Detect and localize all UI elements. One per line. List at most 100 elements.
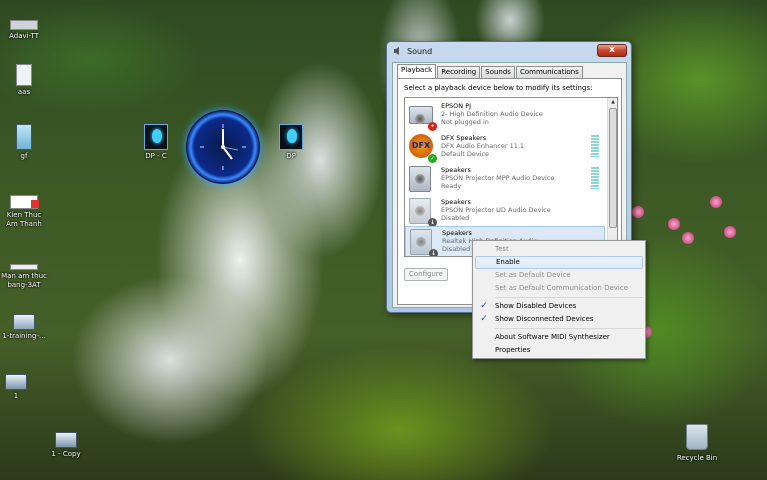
device-description: EPSON Projector UD Audio Device <box>441 206 551 214</box>
volume-meter <box>591 135 599 157</box>
device-context-menu[interactable]: Test Enable Set as Default Device Set as… <box>472 240 646 359</box>
device-status: Not plugged in <box>441 118 489 126</box>
device-description: 2- High Definition Audio Device <box>441 110 543 118</box>
device-list[interactable]: • EPSON PJ 2- High Definition Audio Devi… <box>404 97 618 257</box>
flower <box>682 232 694 244</box>
device-status: Disabled <box>441 214 470 222</box>
document-icon <box>10 264 38 270</box>
pdf-badge-icon <box>31 200 39 208</box>
desktop-icon-1[interactable]: 1 <box>0 374 40 401</box>
menu-item-about-midi[interactable]: About Software MIDI Synthesizer <box>475 331 643 344</box>
desktop-icon-training[interactable]: 1-training-... <box>0 314 48 341</box>
tab-sounds[interactable]: Sounds <box>481 66 515 78</box>
document-icon <box>10 195 39 209</box>
checkmark-icon: ✓ <box>480 314 488 324</box>
profile-icon <box>279 124 303 150</box>
video-icon <box>13 314 35 330</box>
folder-icon <box>10 20 38 30</box>
menu-item-properties[interactable]: Properties <box>475 344 643 357</box>
menu-separator <box>495 328 643 329</box>
device-name: Speakers <box>441 166 471 174</box>
desktop-icon-dp-c[interactable]: DP - C <box>132 124 180 161</box>
device-icon: • <box>409 102 437 131</box>
configure-button[interactable]: Configure <box>404 268 448 281</box>
clock-gadget[interactable] <box>186 110 260 184</box>
scroll-thumb[interactable] <box>609 108 617 228</box>
checkmark-icon: ✓ <box>480 301 488 311</box>
device-icon: ↓ <box>409 198 437 227</box>
device-icon: DFX ✓ <box>409 134 437 163</box>
document-icon <box>16 64 32 86</box>
device-name: Speakers <box>442 229 472 237</box>
device-description: EPSON Projector MPP Audio Device <box>441 174 555 182</box>
device-icon: ↓ <box>410 229 438 257</box>
clock-face-icon <box>200 124 246 170</box>
desktop-icon-label: aas <box>17 88 31 96</box>
menu-item-label: Show Disconnected Devices <box>495 315 594 323</box>
flower <box>724 226 736 238</box>
disabled-badge-icon: ↓ <box>429 249 438 257</box>
desktop-wallpaper <box>0 0 767 480</box>
desktop-icon-label: DP - C <box>145 152 167 160</box>
desktop-icon-label: Adavi-TT <box>9 32 39 40</box>
device-name: EPSON PJ <box>441 102 472 110</box>
menu-item-label: Show Disabled Devices <box>495 302 577 310</box>
menu-item-show-disabled[interactable]: ✓ Show Disabled Devices <box>475 300 643 313</box>
speaker-icon <box>394 47 399 55</box>
default-device-check-icon: ✓ <box>428 154 437 163</box>
desktop-icon-gf[interactable]: gf <box>0 124 48 161</box>
recycle-bin-icon[interactable] <box>686 424 708 450</box>
flower <box>668 218 680 230</box>
desktop-icon-man-am-thuc[interactable]: Mạn am thuc bang-3AT <box>0 264 48 290</box>
tab-communications[interactable]: Communications <box>515 66 583 78</box>
desktop-icon-adavi[interactable]: Adavi-TT <box>0 20 48 41</box>
desktop-icon-aas[interactable]: aas <box>0 64 48 97</box>
device-item-epson-pj[interactable]: • EPSON PJ 2- High Definition Audio Devi… <box>405 100 605 132</box>
desktop-icon-recycle-bin[interactable]: Recycle Bin <box>673 454 721 463</box>
tab-recording[interactable]: Recording <box>437 66 481 78</box>
device-status: Ready <box>441 182 462 190</box>
projector-icon <box>409 106 433 124</box>
device-description: DFX Audio Enhancer 11.1 <box>441 142 525 150</box>
desktop-icon-label: DP <box>286 152 296 160</box>
desktop-icon-label: Recycle Bin <box>676 454 718 462</box>
device-icon <box>409 166 435 194</box>
tab-strip: Playback Recording Sounds Communications <box>393 63 626 78</box>
scroll-up-arrow-icon[interactable]: ▲ <box>609 99 617 107</box>
desktop-icon-1-copy[interactable]: 1 - Copy <box>42 432 90 459</box>
window-title: Sound <box>407 46 433 56</box>
video-icon <box>5 374 27 390</box>
close-button[interactable]: x <box>597 44 627 57</box>
device-item-speakers-ud[interactable]: ↓ Speakers EPSON Projector UD Audio Devi… <box>405 196 605 228</box>
desktop-icon-label: 1 - Copy <box>51 450 81 458</box>
desktop-icon-label: gf <box>20 152 28 160</box>
waterfall <box>0 0 767 480</box>
desktop-icon-kien-thuc[interactable]: Kien Thuc Am Thanh <box>0 195 48 229</box>
menu-item-show-disconnected[interactable]: ✓ Show Disconnected Devices <box>475 313 643 326</box>
device-list-scrollbar[interactable]: ▲ ▼ <box>607 98 617 256</box>
instruction-text: Select a playback device below to modify… <box>404 84 593 92</box>
menu-item-set-default-communication[interactable]: Set as Default Communication Device <box>475 282 643 295</box>
device-item-speakers-mpp[interactable]: Speakers EPSON Projector MPP Audio Devic… <box>405 164 605 196</box>
image-icon <box>16 124 32 150</box>
device-name: Speakers <box>441 198 471 206</box>
menu-item-set-default-device[interactable]: Set as Default Device <box>475 269 643 282</box>
desktop-icon-label: Mạn am thuc bang-3AT <box>1 272 47 289</box>
video-icon <box>55 432 77 448</box>
desktop-icon-label: 1 <box>13 392 19 400</box>
menu-item-enable[interactable]: Enable <box>475 256 643 269</box>
menu-item-test[interactable]: Test <box>475 243 643 256</box>
desktop-icon-label: Kien Thuc Am Thanh <box>6 211 42 228</box>
tab-playback[interactable]: Playback <box>397 64 437 78</box>
profile-icon <box>144 124 168 150</box>
device-name: DFX Speakers <box>441 134 487 142</box>
volume-meter <box>591 167 599 189</box>
device-status: Default Device <box>441 150 490 158</box>
unplugged-badge-icon: • <box>428 122 437 131</box>
flower <box>632 206 644 218</box>
device-item-dfx-speakers[interactable]: DFX ✓ DFX Speakers DFX Audio Enhancer 11… <box>405 132 605 164</box>
title-bar[interactable]: Sound <box>387 42 631 60</box>
desktop-icon-dp[interactable]: DP <box>267 124 315 161</box>
speaker-icon <box>409 166 431 192</box>
flower <box>710 196 722 208</box>
